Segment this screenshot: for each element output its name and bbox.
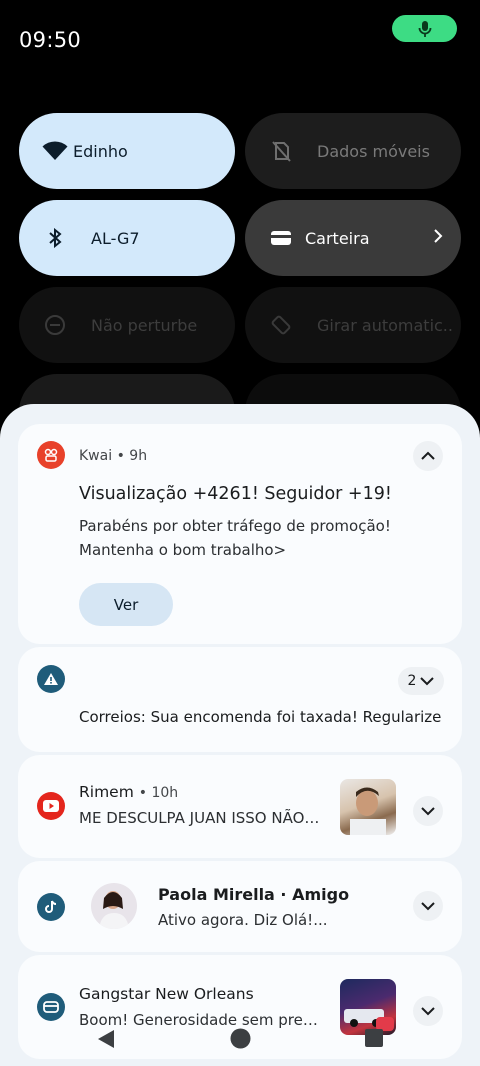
tile-bluetooth-label: AL-G7 xyxy=(91,228,140,248)
kwai-time: 9h xyxy=(129,448,148,464)
tile-wallet[interactable]: Carteira xyxy=(245,200,461,276)
alert-app-icon xyxy=(37,665,65,693)
wifi-icon xyxy=(37,133,73,169)
chevron-down-icon xyxy=(420,676,435,685)
kwai-app-icon xyxy=(37,441,65,469)
mic-indicator[interactable] xyxy=(392,15,457,42)
expand-button[interactable] xyxy=(413,796,443,826)
tile-wifi[interactable]: Edinho xyxy=(19,113,235,189)
gangstar-app-name: Gangstar New Orleans xyxy=(79,985,254,1003)
notification-tiktok[interactable]: Paola Mirella · Amigo Ativo agora. Diz O… xyxy=(18,861,462,952)
auto-rotate-icon xyxy=(263,307,299,343)
tiktok-name: Paola Mirella · Amigo xyxy=(158,885,350,904)
navigation-bar xyxy=(0,1022,480,1058)
tile-mobile-data[interactable]: Dados móveis xyxy=(245,113,461,189)
do-not-disturb-icon xyxy=(37,307,73,343)
notification-kwai[interactable]: Kwai • 9h Visualização +4261! Seguidor +… xyxy=(18,424,462,644)
wallet-icon xyxy=(263,220,299,256)
expand-group-button[interactable]: 2 xyxy=(398,667,444,695)
recents-icon[interactable] xyxy=(365,1029,383,1047)
youtube-header: Rimem • 10h xyxy=(79,783,178,801)
notification-shade: Kwai • 9h Visualização +4261! Seguidor +… xyxy=(0,404,480,1066)
kwai-meta: Kwai • 9h xyxy=(79,448,147,464)
tile-do-not-disturb-label: Não perturbe xyxy=(91,315,198,335)
youtube-app-icon xyxy=(37,792,65,820)
chevron-down-icon xyxy=(421,1007,435,1016)
tile-bluetooth[interactable]: AL-G7 xyxy=(19,200,235,276)
chevron-down-icon xyxy=(421,807,435,816)
tiktok-app-icon xyxy=(37,893,65,921)
group-count: 2 xyxy=(407,673,417,689)
tile-auto-rotate[interactable]: Girar automatic.. xyxy=(245,287,461,363)
correios-text: Correios: Sua encomenda foi taxada! Regu… xyxy=(79,708,442,726)
expand-button[interactable] xyxy=(413,891,443,921)
tiktok-text: Ativo agora. Diz Olá!... xyxy=(158,911,328,929)
youtube-thumbnail xyxy=(340,779,396,835)
tile-do-not-disturb[interactable]: Não perturbe xyxy=(19,287,235,363)
kwai-app-name: Kwai xyxy=(79,448,113,464)
tile-auto-rotate-label: Girar automatic.. xyxy=(317,315,453,335)
microphone-icon xyxy=(418,20,431,37)
kwai-body: Parabéns por obter tráfego de promoção! … xyxy=(79,517,391,559)
tile-mobile-data-label: Dados móveis xyxy=(317,141,430,161)
collapse-button[interactable] xyxy=(413,441,443,471)
warning-icon xyxy=(44,673,58,685)
youtube-text: ME DESCULPA JUAN ISSO NÃO FOI LEGAL xyxy=(79,809,324,827)
clock: 09:50 xyxy=(19,28,82,52)
youtube-time: 10h xyxy=(151,785,179,801)
tile-wifi-label: Edinho xyxy=(73,141,128,161)
chevron-right-icon xyxy=(433,228,443,248)
notification-correios[interactable]: 2 Correios: Sua encomenda foi taxada! Re… xyxy=(18,647,462,752)
ver-button[interactable]: Ver xyxy=(79,583,173,626)
avatar xyxy=(91,883,137,929)
bluetooth-icon xyxy=(37,220,73,256)
meta-dot: • xyxy=(138,785,152,801)
gangstar-app-icon xyxy=(37,993,65,1021)
meta-dot: • xyxy=(116,448,130,464)
chevron-up-icon xyxy=(421,451,435,460)
status-bar: 09:50 xyxy=(0,0,480,80)
tile-wallet-label: Carteira xyxy=(305,228,370,248)
chevron-down-icon xyxy=(421,902,435,911)
notification-youtube[interactable]: Rimem • 10h ME DESCULPA JUAN ISSO NÃO FO… xyxy=(18,755,462,858)
mobile-data-off-icon xyxy=(263,133,299,169)
kwai-title: Visualização +4261! Seguidor +19! xyxy=(79,484,392,504)
home-icon[interactable] xyxy=(230,1028,251,1049)
back-icon[interactable] xyxy=(96,1028,116,1050)
youtube-sender: Rimem xyxy=(79,783,134,801)
